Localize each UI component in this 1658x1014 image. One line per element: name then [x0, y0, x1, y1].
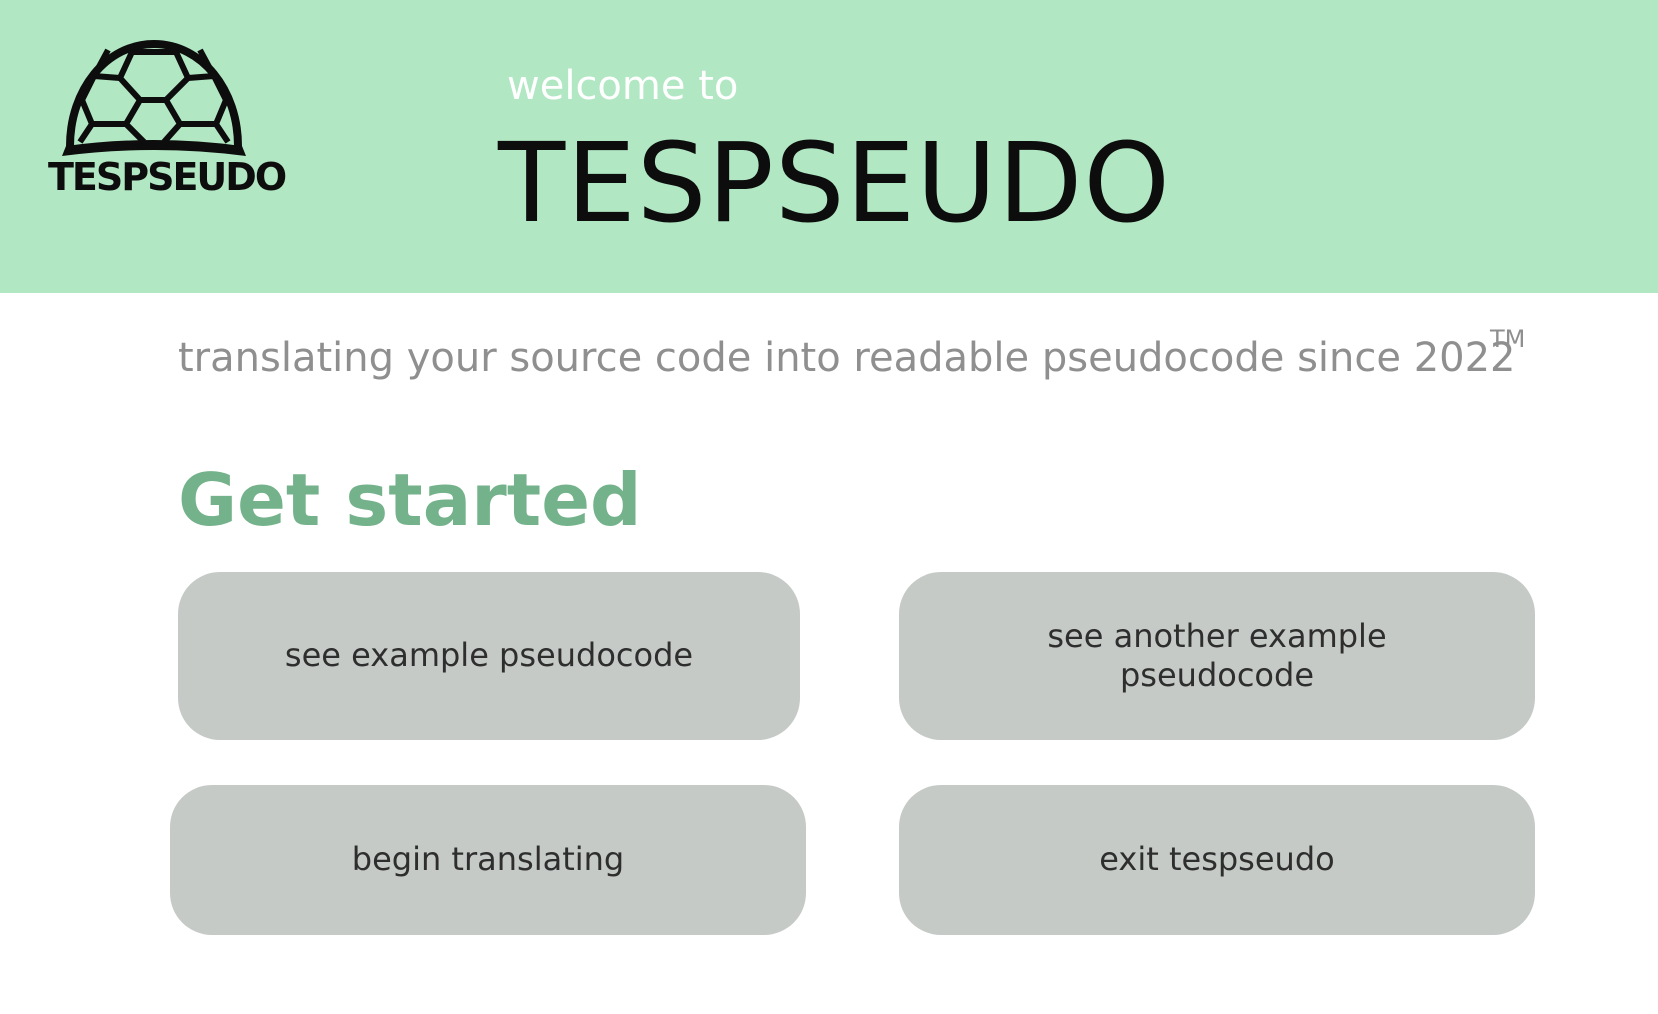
welcome-text: welcome to: [507, 63, 739, 109]
see-example-button-label: see example pseudocode: [284, 636, 694, 675]
see-example-button[interactable]: see example pseudocode: [178, 572, 800, 740]
exit-button-label: exit tespseudo: [1099, 840, 1335, 879]
header-banner: TESPSEUDO welcome to TESPSEUDO: [0, 0, 1658, 293]
begin-translating-button-label: begin translating: [351, 840, 625, 879]
see-another-example-button[interactable]: see another example pseudocode: [899, 572, 1535, 740]
begin-translating-button[interactable]: begin translating: [170, 785, 806, 935]
app-title: TESPSEUDO: [498, 119, 1171, 247]
see-another-example-button-label: see another example pseudocode: [1047, 616, 1387, 694]
exit-button[interactable]: exit tespseudo: [899, 785, 1535, 935]
get-started-heading: Get started: [178, 458, 642, 542]
trademark-mark: TM: [1490, 325, 1526, 353]
turtle-shell-icon: [62, 39, 246, 156]
tagline: translating your source code into readab…: [178, 335, 1516, 381]
logo-text: TESPSEUDO: [48, 155, 287, 199]
app-logo: TESPSEUDO: [48, 38, 287, 203]
